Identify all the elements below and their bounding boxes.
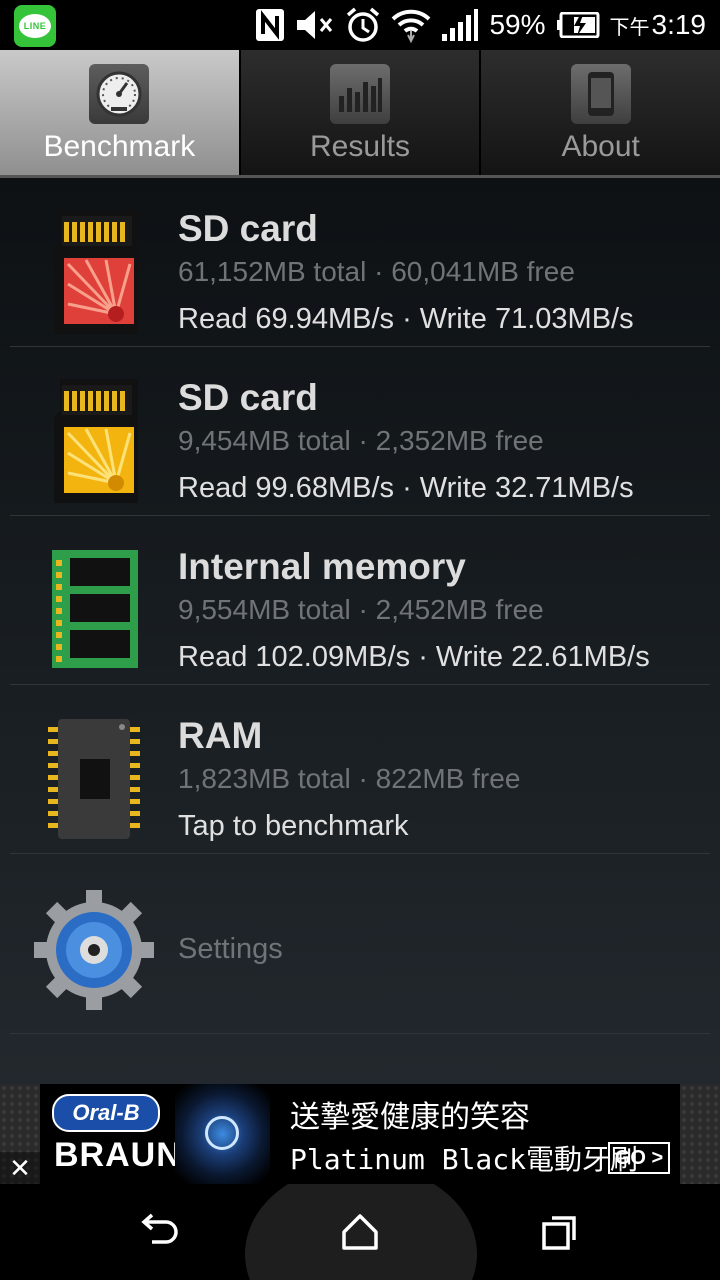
item-title: SD card [178,208,318,249]
item-speed: Read 99.68MB/s · Write 32.71MB/s [178,472,634,504]
nfc-icon [255,8,285,42]
clock-time: 3:19 [651,9,707,40]
tab-benchmark[interactable]: Benchmark [0,50,241,175]
ad-tagline: Platinum Black電動牙刷 [290,1143,639,1176]
status-icons: 59% 下午3:19 [255,0,706,50]
ram-chip-icon [48,719,140,839]
storage-item-ram[interactable]: RAM 1,823MB total · 822MB free Tap to be… [10,685,710,854]
wifi-icon [391,5,431,45]
toothbrush-image [175,1084,270,1184]
home-icon[interactable] [340,1212,380,1252]
alarm-icon [345,7,381,43]
ad-close-button[interactable]: ✕ [0,1152,40,1184]
mute-icon [295,8,335,42]
storage-item-internal-memory[interactable]: Internal memory 9,554MB total · 2,452MB … [10,516,710,685]
signal-icon [441,8,479,42]
navigation-bar [0,1184,720,1280]
tab-bar: Benchmark Results About [0,50,720,178]
item-capacity: 1,823MB total · 822MB free [178,763,521,794]
status-bar: LINE 59% 下午3:19 [0,0,720,50]
line-app-icon[interactable]: LINE [14,5,56,47]
tab-results[interactable]: Results [240,50,482,175]
settings-label: Settings [178,933,283,965]
storage-item-sd-card-1[interactable]: SD card 61,152MB total · 60,041MB free R… [10,178,710,347]
power-icon [205,1116,239,1150]
ad-banner[interactable]: Oral-B BRAUN 送摯愛健康的笑容 Platinum Black電動牙刷… [0,1084,720,1184]
item-speed: Read 102.09MB/s · Write 22.61MB/s [178,641,650,673]
tab-label: Results [309,130,411,163]
phone-icon [570,64,631,124]
ad-content[interactable]: Oral-B BRAUN 送摯愛健康的笑容 Platinum Black電動牙刷… [40,1084,680,1184]
sd-card-yellow-icon [54,379,138,503]
ad-headline: 送摯愛健康的笑容 [290,1101,530,1134]
tab-about[interactable]: About [481,50,720,175]
storage-item-sd-card-2[interactable]: SD card 9,454MB total · 2,352MB free Rea… [10,347,710,516]
clock-prefix: 下午 [609,17,650,39]
item-speed: Tap to benchmark [178,810,409,842]
braun-logo: BRAUN [54,1136,182,1174]
storage-list: SD card 61,152MB total · 60,041MB free R… [0,178,720,1084]
clock: 下午3:19 [610,9,707,41]
tab-label: Benchmark [43,130,196,163]
gear-icon [34,890,154,1010]
item-speed: Read 69.94MB/s · Write 71.03MB/s [178,303,634,335]
item-capacity: 9,454MB total · 2,352MB free [178,425,544,456]
oralb-logo: Oral-B [52,1094,160,1132]
battery-percent: 59% [489,9,546,40]
tab-label: About [561,130,640,163]
item-capacity: 9,554MB total · 2,452MB free [178,594,544,625]
bar-chart-icon [330,64,390,124]
item-title: RAM [178,715,263,756]
item-title: SD card [178,377,318,418]
back-icon[interactable] [140,1212,180,1252]
speedometer-icon [89,64,150,124]
recents-icon[interactable] [540,1212,580,1252]
settings-item[interactable]: Settings [10,878,710,1034]
item-title: Internal memory [178,546,466,587]
memory-module-icon [52,550,138,668]
battery-charging-icon [556,12,600,38]
line-label: LINE [19,14,51,38]
sd-card-red-icon [54,210,138,334]
item-capacity: 61,152MB total · 60,041MB free [178,256,575,287]
ad-go-button[interactable]: GO > [608,1142,670,1174]
